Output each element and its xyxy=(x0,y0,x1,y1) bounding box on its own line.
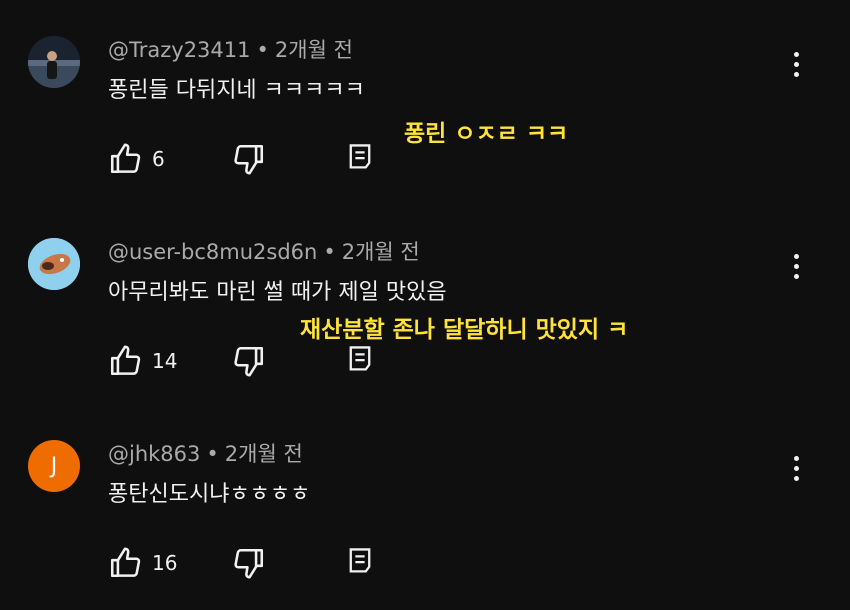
comment-3: J @jhk863 • 2개월 전 퐁탄신도시냐ㅎㅎㅎㅎ 16 xyxy=(0,404,850,604)
comment-time[interactable]: 2개월 전 xyxy=(275,38,353,62)
thumbs-up-icon xyxy=(110,143,141,174)
comment-1: @Trazy23411 • 2개월 전 퐁린들 다뒤지네 ㅋㅋㅋㅋㅋ 퐁린 ㅇㅈㄹ … xyxy=(0,0,850,200)
author-name[interactable]: @user-bc8mu2sd6n xyxy=(108,240,317,264)
author-name[interactable]: @jhk863 xyxy=(108,442,200,466)
separator: • xyxy=(323,240,336,264)
overlay-caption: 재산분할 존나 달달하니 맛있지 ㅋ xyxy=(300,317,629,343)
overlay-caption: 퐁린 ㅇㅈㄹ ㅋㅋ xyxy=(404,121,569,147)
comment-icon xyxy=(349,346,371,371)
author-name[interactable]: @Trazy23411 xyxy=(108,38,251,62)
avatar[interactable] xyxy=(28,238,80,290)
comment-meta: @jhk863 • 2개월 전 xyxy=(108,438,303,468)
more-options-icon[interactable] xyxy=(784,452,808,486)
like-count: 14 xyxy=(152,349,178,373)
reply-button[interactable] xyxy=(346,546,374,580)
thumbs-up-icon xyxy=(110,547,141,578)
like-button[interactable] xyxy=(108,344,142,382)
comment-2: @user-bc8mu2sd6n • 2개월 전 아무리봐도 마린 썰 때가 제일 … xyxy=(0,202,850,402)
thumbs-down-icon xyxy=(234,346,264,377)
comment-actions: 14 xyxy=(108,344,408,378)
reply-button[interactable] xyxy=(346,142,374,176)
comment-time[interactable]: 2개월 전 xyxy=(342,240,420,264)
comment-meta: @Trazy23411 • 2개월 전 xyxy=(108,34,353,64)
comment-meta: @user-bc8mu2sd6n • 2개월 전 xyxy=(108,236,420,266)
comment-actions: 6 xyxy=(108,142,408,176)
comment-time[interactable]: 2개월 전 xyxy=(225,442,303,466)
dislike-button[interactable] xyxy=(232,344,266,382)
like-button[interactable] xyxy=(108,546,142,584)
comment-icon xyxy=(349,144,371,169)
comment-icon xyxy=(349,548,371,573)
avatar[interactable] xyxy=(28,36,80,88)
more-options-icon[interactable] xyxy=(784,250,808,284)
thumbs-down-icon xyxy=(234,144,264,175)
dislike-button[interactable] xyxy=(232,142,266,180)
dislike-button[interactable] xyxy=(232,546,266,584)
avatar[interactable]: J xyxy=(28,440,80,492)
like-count: 6 xyxy=(152,147,165,171)
like-button[interactable] xyxy=(108,142,142,180)
thumbs-up-icon xyxy=(110,345,141,376)
thumbs-down-icon xyxy=(234,548,264,579)
reply-button[interactable] xyxy=(346,344,374,378)
comment-text: 퐁탄신도시냐ㅎㅎㅎㅎ xyxy=(108,482,311,507)
like-count: 16 xyxy=(152,551,178,575)
separator: • xyxy=(206,442,219,466)
comment-text: 아무리봐도 마린 썰 때가 제일 맛있음 xyxy=(108,280,447,305)
separator: • xyxy=(256,38,269,62)
comment-text: 퐁린들 다뒤지네 ㅋㅋㅋㅋㅋ xyxy=(108,78,365,103)
comment-actions: 16 xyxy=(108,546,408,580)
more-options-icon[interactable] xyxy=(784,48,808,82)
